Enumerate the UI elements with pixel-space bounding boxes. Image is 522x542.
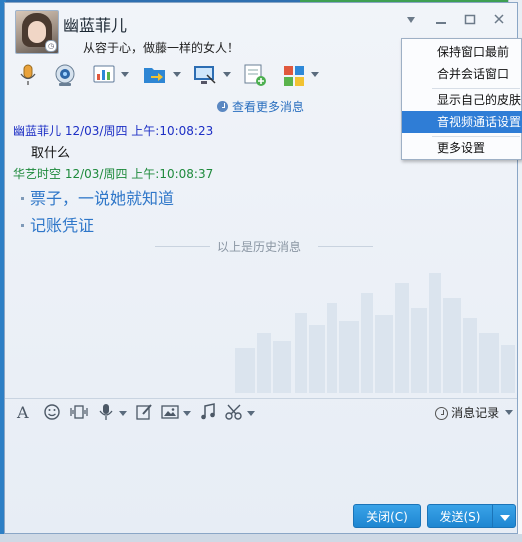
view-more-messages-label: 查看更多消息 (232, 100, 305, 114)
contact-name[interactable]: 幽蓝菲儿 (63, 12, 127, 36)
window-menu-dropdown-icon[interactable] (403, 13, 419, 27)
message-line: 记账凭证 (30, 216, 95, 235)
contact-avatar[interactable]: ◷ (15, 10, 59, 54)
history-divider: 以上是历史消息 (150, 238, 375, 254)
history-clock-icon (435, 407, 449, 420)
window-options-menu: 保持窗口最前 合并会话窗口 显示自己的皮肤 音视频通话设置 更多设置 (401, 38, 522, 160)
screenshot-dropdown-arrow-icon[interactable] (247, 411, 255, 416)
message-header: 华艺时空 12/03/周四 上午:10:08:37 (13, 165, 213, 182)
minimize-icon[interactable] (433, 13, 449, 27)
apps-grid-icon[interactable] (283, 63, 305, 87)
input-toolbar: A 消息记录 (5, 401, 517, 425)
app-dropdown-arrow-icon[interactable] (121, 72, 129, 77)
file-transfer-icon[interactable] (143, 63, 167, 87)
menu-item-merge-windows[interactable]: 合并会话窗口 (402, 63, 522, 85)
app-chart-icon[interactable] (93, 63, 115, 87)
file-dropdown-arrow-icon[interactable] (173, 72, 181, 77)
scissors-icon[interactable] (225, 403, 243, 421)
status-clock-icon: ◷ (45, 40, 57, 52)
message-input[interactable] (5, 427, 517, 497)
message-time: 12/03/周四 上午:10:08:37 (64, 167, 214, 181)
image-icon[interactable] (161, 403, 179, 421)
emoji-icon[interactable] (43, 403, 61, 421)
clock-icon (217, 101, 228, 112)
history-divider-label: 以上是历史消息 (217, 240, 302, 254)
close-button[interactable]: 关闭(C) (353, 504, 421, 528)
close-icon[interactable] (491, 13, 507, 27)
font-icon[interactable]: A (15, 403, 33, 422)
webcam-icon[interactable] (53, 63, 77, 87)
message-text: 取什么 (31, 146, 71, 161)
chat-toolbar (13, 63, 343, 89)
message-header: 幽蓝菲儿 12/03/周四 上午:10:08:23 (13, 122, 213, 139)
remote-dropdown-arrow-icon[interactable] (223, 72, 231, 77)
contact-signature: 从容于心，做藤一样的女人！ (83, 41, 240, 55)
svg-text:A: A (16, 403, 29, 421)
bullet-dot (21, 197, 24, 200)
shake-icon[interactable] (69, 403, 89, 421)
voice-icon[interactable] (97, 403, 115, 421)
send-options-dropdown-icon[interactable] (492, 504, 516, 528)
menu-item-show-my-skin[interactable]: 显示自己的皮肤 (402, 89, 522, 111)
menu-item-av-call-settings[interactable]: 音视频通话设置 (402, 111, 522, 133)
remote-desktop-icon[interactable] (193, 63, 217, 87)
message-sender[interactable]: 幽蓝菲儿 (13, 124, 61, 138)
city-skyline-watermark (235, 273, 515, 393)
create-group-icon[interactable] (243, 63, 267, 87)
apps-dropdown-arrow-icon[interactable] (311, 72, 319, 77)
input-divider (5, 398, 517, 399)
bullet-dot (21, 224, 24, 227)
message-line: 票子，一说她就知道 (30, 189, 175, 208)
menu-item-more-settings[interactable]: 更多设置 (402, 137, 522, 159)
message-text: 记账凭证 (21, 212, 94, 236)
send-button[interactable]: 发送(S) (427, 504, 493, 528)
image-dropdown-arrow-icon[interactable] (183, 411, 191, 416)
message-history-label: 消息记录 (451, 406, 500, 420)
message-text: 票子，一说她就知道 (21, 185, 174, 209)
background-bottom-strip (0, 534, 522, 542)
message-time: 12/03/周四 上午:10:08:23 (64, 124, 214, 138)
music-icon[interactable] (199, 403, 217, 421)
history-dropdown-arrow-icon (505, 410, 513, 415)
message-history-button[interactable]: 消息记录 (435, 404, 513, 421)
maximize-icon[interactable] (462, 13, 478, 27)
microphone-icon[interactable] (17, 63, 39, 87)
menu-item-always-on-top[interactable]: 保持窗口最前 (402, 41, 522, 63)
message-sender[interactable]: 华艺时空 (13, 167, 61, 181)
view-more-messages-link[interactable]: 查看更多消息 (217, 98, 304, 115)
voice-dropdown-arrow-icon[interactable] (119, 411, 127, 416)
edit-icon[interactable] (135, 403, 153, 421)
